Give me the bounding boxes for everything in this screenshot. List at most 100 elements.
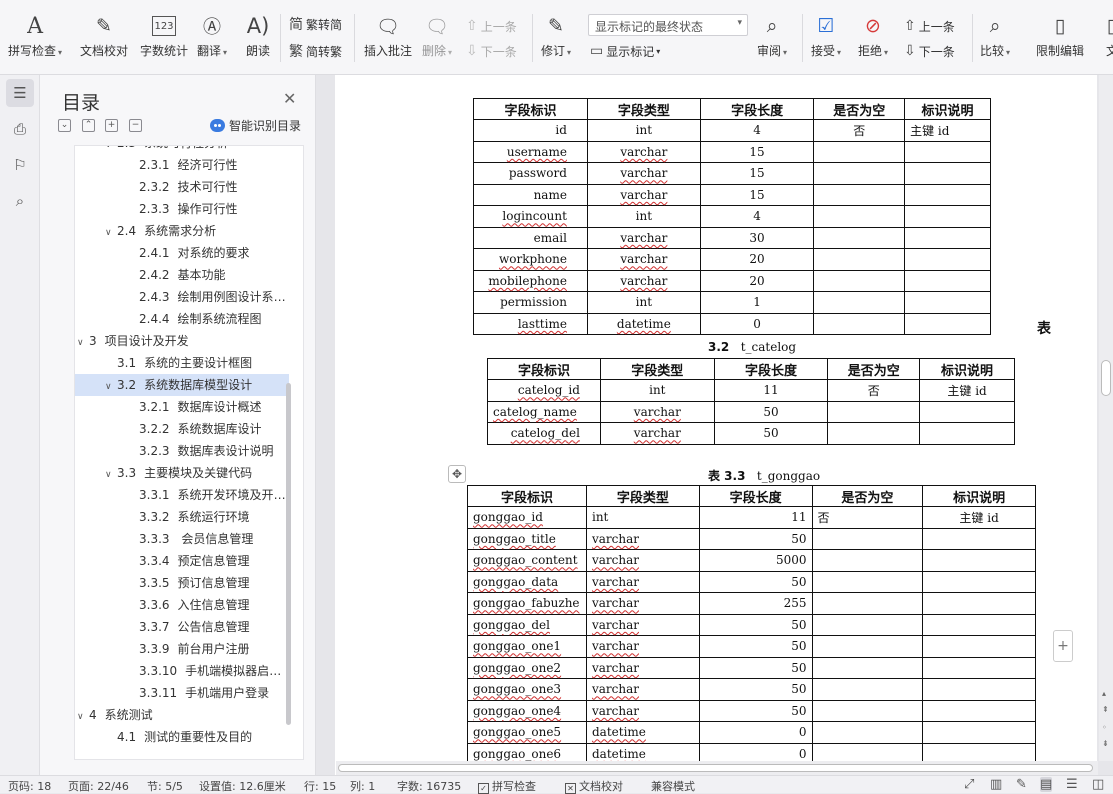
toc-item[interactable]: ∨ 3 项目设计及开发 bbox=[75, 330, 289, 352]
table-cell[interactable]: varchar bbox=[585, 613, 700, 636]
table-cell[interactable]: 50 bbox=[698, 656, 813, 679]
table-cell[interactable]: varchar bbox=[585, 549, 700, 572]
table-cell[interactable]: varchar bbox=[586, 183, 701, 206]
collapse-all-icon[interactable]: ⌄ bbox=[58, 119, 71, 132]
table-cell[interactable]: email bbox=[473, 226, 588, 249]
table-cell[interactable]: 0 bbox=[699, 312, 815, 335]
table-cell[interactable]: catelog_del bbox=[487, 422, 601, 445]
toc-item[interactable]: 2.4.1 对系统的要求 bbox=[75, 242, 289, 264]
table-cell[interactable]: gonggao_one2 bbox=[467, 656, 587, 679]
reject-button[interactable]: ⊘ 拒绝 bbox=[858, 12, 888, 59]
table-cell[interactable]: 1 bbox=[699, 291, 815, 314]
toc-item[interactable]: 4.1 测试的重要性及目的 bbox=[75, 726, 289, 748]
table-cell[interactable]: password bbox=[473, 162, 588, 185]
table-cell[interactable]: 0 bbox=[698, 721, 813, 744]
review-button[interactable]: ⌕ 审阅 bbox=[757, 12, 787, 59]
table-cell[interactable]: catelog_name bbox=[487, 400, 601, 423]
table-cell[interactable]: 50 bbox=[698, 678, 813, 701]
table-cell[interactable]: varchar bbox=[586, 226, 701, 249]
table-cell[interactable] bbox=[922, 570, 1036, 593]
reading-mode-icon[interactable]: ▥ bbox=[990, 777, 1002, 792]
table-cell[interactable]: gonggao_one5 bbox=[467, 721, 587, 744]
table-cell[interactable] bbox=[922, 721, 1036, 744]
table-cell[interactable]: 50 bbox=[698, 613, 813, 636]
table-cell[interactable] bbox=[813, 205, 906, 228]
table-cell[interactable]: 50 bbox=[713, 400, 829, 423]
table-cell[interactable]: permission bbox=[473, 291, 588, 314]
proofread-button[interactable]: ✎ 文档校对 bbox=[80, 12, 128, 59]
trad-to-simp-button[interactable]: 简繁转简 bbox=[289, 14, 342, 34]
table-cell[interactable]: name bbox=[473, 183, 588, 206]
table-cell[interactable] bbox=[922, 613, 1036, 636]
table-cell[interactable] bbox=[813, 183, 906, 206]
toc-item[interactable]: 3.3.10 手机端模拟器启动中 ... bbox=[75, 660, 289, 682]
table-cell[interactable]: varchar bbox=[586, 140, 701, 163]
table-cell[interactable]: 20 bbox=[699, 269, 815, 292]
status-word-count[interactable]: 字数: 16735 bbox=[397, 778, 461, 794]
table-cell[interactable]: gonggao_fabuzhe bbox=[467, 592, 587, 615]
toc-item[interactable]: ∨ 3.3 主要模块及关键代码 bbox=[75, 462, 289, 484]
table-cell[interactable] bbox=[813, 248, 906, 271]
toc-item[interactable]: 3.2.2 系统数据库设计 bbox=[75, 418, 289, 440]
table-cell[interactable] bbox=[811, 592, 924, 615]
insert-comment-button[interactable]: 🗨 插入批注 bbox=[364, 12, 412, 59]
toc-item[interactable]: ∨ 4 系统测试 bbox=[75, 704, 289, 726]
table-cell[interactable] bbox=[813, 140, 906, 163]
table-cell[interactable] bbox=[811, 656, 924, 679]
toc-item[interactable]: 3.3.11 手机端用户登录 bbox=[75, 682, 289, 704]
status-spell-check[interactable]: ✓ 拼写检查 bbox=[478, 778, 536, 794]
status-page[interactable]: 页码: 18 bbox=[8, 778, 51, 794]
table-cell[interactable]: mobilephone bbox=[473, 269, 588, 292]
toc-item[interactable]: ∨2.3 系统可行性分析 bbox=[75, 146, 289, 154]
toc-item[interactable]: 2.3.3 操作可行性 bbox=[75, 198, 289, 220]
page-view-icon[interactable]: ▤ bbox=[1040, 777, 1053, 792]
table-cell[interactable]: 20 bbox=[699, 248, 815, 271]
table-cell[interactable] bbox=[922, 678, 1036, 701]
search-icon[interactable]: ⌕ bbox=[6, 187, 34, 215]
table-cell[interactable]: username bbox=[473, 140, 588, 163]
track-changes-button[interactable]: ✎ 修订 bbox=[541, 12, 571, 59]
table-cell[interactable] bbox=[904, 183, 991, 206]
table-cell[interactable]: varchar bbox=[586, 248, 701, 271]
table-cell[interactable]: gonggao_data bbox=[467, 570, 587, 593]
close-icon[interactable]: ✕ bbox=[283, 89, 296, 108]
table-cell[interactable]: gonggao_one3 bbox=[467, 678, 587, 701]
table-cell[interactable] bbox=[813, 269, 906, 292]
table-cell[interactable]: gonggao_content bbox=[467, 549, 587, 572]
table-cell[interactable]: int bbox=[599, 379, 715, 402]
table-cell[interactable] bbox=[813, 291, 906, 314]
table-cell[interactable] bbox=[904, 248, 991, 271]
table-cell[interactable] bbox=[922, 699, 1036, 722]
table-cell[interactable]: gonggao_one4 bbox=[467, 699, 587, 722]
toc-item[interactable]: 3.3.1 系统开发环境及开发 ... bbox=[75, 484, 289, 506]
table-cell[interactable]: 30 bbox=[699, 226, 815, 249]
fullscreen-icon[interactable]: ⤢ bbox=[964, 777, 974, 792]
table-cell[interactable]: 50 bbox=[698, 699, 813, 722]
chevron-down-icon[interactable]: ∨ bbox=[105, 464, 117, 484]
toc-item[interactable]: 2.3.2 技术可行性 bbox=[75, 176, 289, 198]
expand-all-icon[interactable]: ⌃ bbox=[82, 119, 95, 132]
table-cell[interactable] bbox=[813, 226, 906, 249]
table-cell[interactable] bbox=[811, 570, 924, 593]
toc-item[interactable]: 2.4.3 绘制用例图设计系统 ... bbox=[75, 286, 289, 308]
table-cell[interactable]: int bbox=[586, 291, 701, 314]
toc-item[interactable]: 3.3.9 前台用户注册 bbox=[75, 638, 289, 660]
toc-item[interactable]: 3.3.4 预定信息管理 bbox=[75, 550, 289, 572]
table-cell[interactable]: gonggao_id bbox=[467, 506, 587, 529]
toc-item[interactable]: 2.4.2 基本功能 bbox=[75, 264, 289, 286]
horizontal-scroll-thumb[interactable] bbox=[338, 764, 1093, 772]
table-cell[interactable]: datetime bbox=[585, 721, 700, 744]
table-cell[interactable] bbox=[811, 549, 924, 572]
table-cell[interactable]: lasttime bbox=[473, 312, 588, 335]
restrict-editing-button[interactable]: ▯ 限制编辑 bbox=[1036, 12, 1084, 59]
next-comment-button[interactable]: ⇩ 下一条 bbox=[466, 41, 517, 61]
chevron-down-icon[interactable]: ∨ bbox=[77, 332, 89, 352]
table-cell[interactable]: varchar bbox=[586, 162, 701, 185]
table-cell[interactable]: 50 bbox=[698, 635, 813, 658]
table-cell[interactable] bbox=[919, 422, 1015, 445]
table-cell[interactable]: varchar bbox=[585, 570, 700, 593]
delete-comment-button[interactable]: 🗨 删除 bbox=[422, 12, 452, 59]
chevron-down-icon[interactable]: ∨ bbox=[77, 706, 89, 726]
edit-mode-icon[interactable]: ✎ bbox=[1016, 777, 1027, 792]
table-cell[interactable]: 否 bbox=[811, 506, 924, 529]
